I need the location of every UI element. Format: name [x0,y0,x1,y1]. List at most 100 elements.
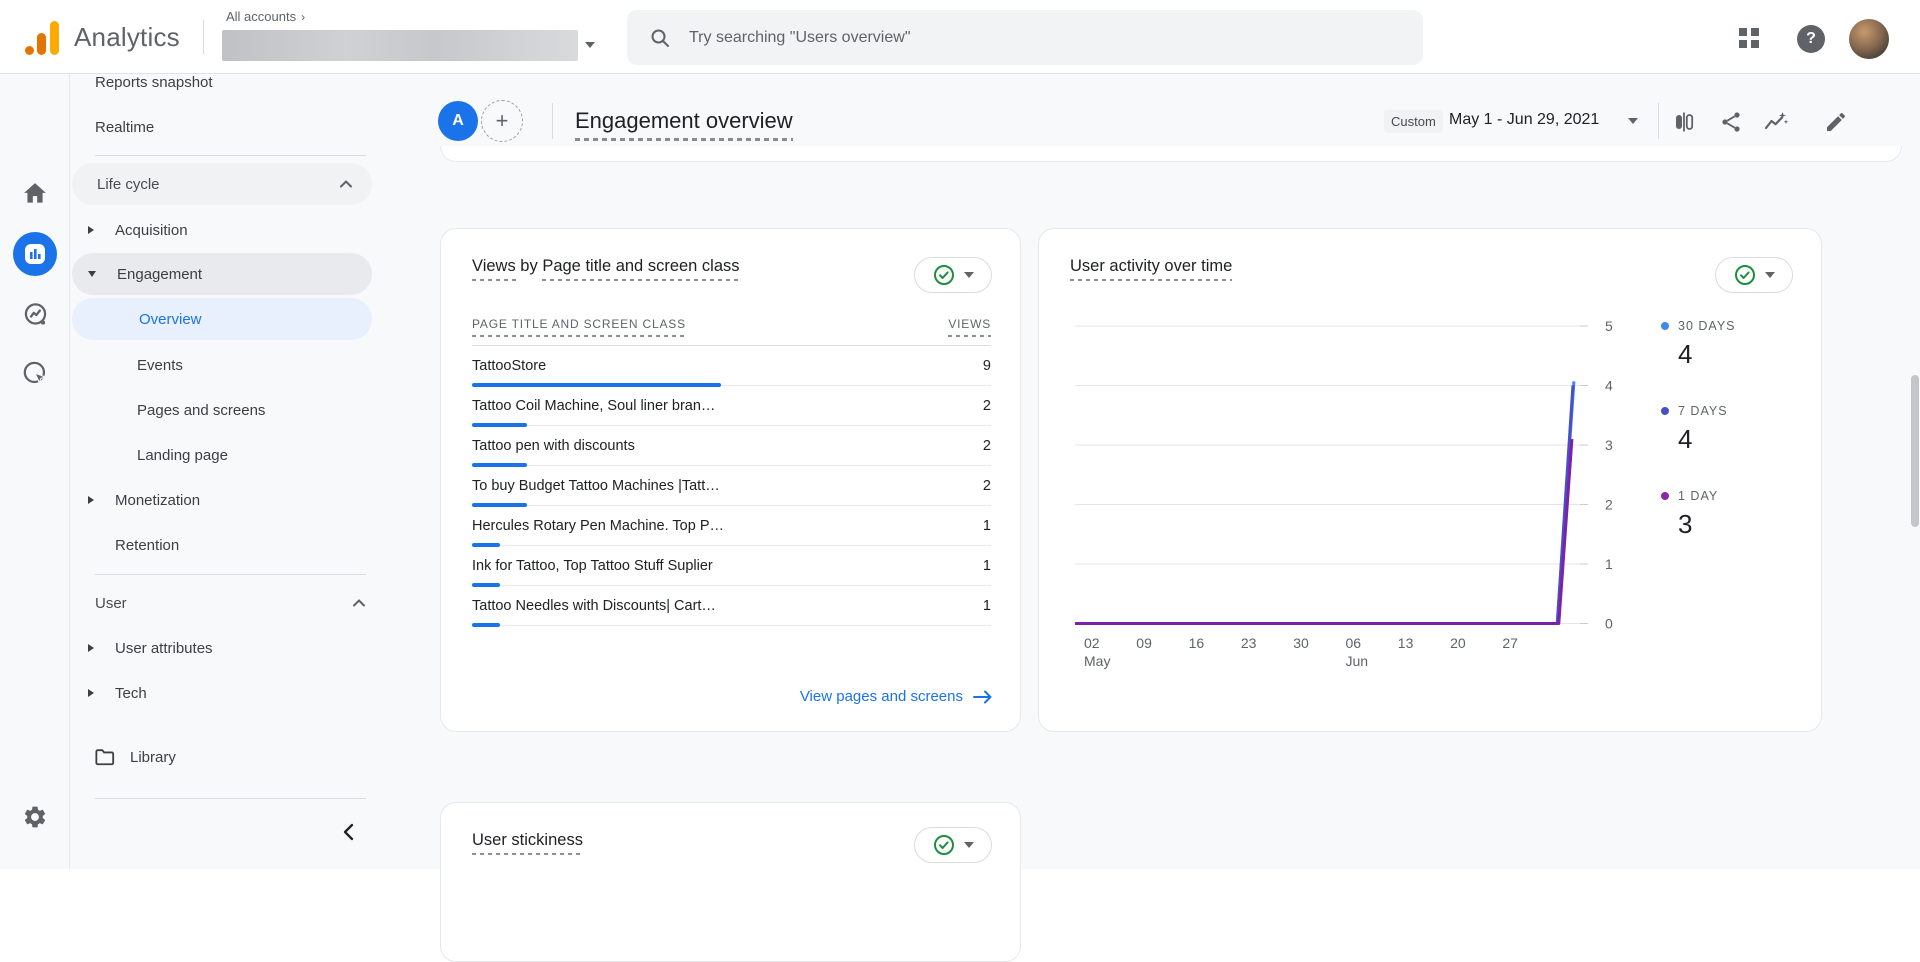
svg-text:May: May [1084,653,1110,669]
view-pages-and-screens-link[interactable]: View pages and screens [800,688,992,705]
sidebar-item-realtime[interactable]: Realtime [70,106,385,148]
legend-label: 30 DAYS [1678,319,1736,333]
svg-text:09: 09 [1136,635,1152,651]
svg-text:5: 5 [1605,318,1613,334]
page-title-cell: Ink for Tattoo, Top Tattoo Stuff Suplier [472,558,713,574]
search-bar[interactable] [627,10,1423,65]
chevron-up-icon [353,599,365,607]
sidebar-section-life-cycle[interactable]: Life cycle [72,163,372,205]
arrow-right-icon [973,690,992,703]
insights-icon[interactable] [1761,107,1791,137]
add-comparison-button[interactable]: + [481,100,523,142]
sidebar-item-landing-page[interactable]: Landing page [70,434,385,476]
table-row: TattooStore 9 [472,346,991,387]
svg-text:Jun: Jun [1346,653,1369,669]
data-quality-button[interactable] [914,257,992,293]
views-cell: 9 [982,358,991,374]
views-cell: 2 [982,398,991,414]
views-cell: 1 [982,598,991,614]
page-title-cell: Tattoo Coil Machine, Soul liner bran… [472,398,716,414]
svg-text:20: 20 [1450,635,1466,651]
legend-value: 3 [1678,509,1693,539]
row-value-bar [472,583,500,587]
advertising-icon[interactable] [0,360,70,387]
app-bar: Analytics All accounts › ? [0,0,1920,74]
sidebar-item-user-attributes[interactable]: User attributes [70,627,385,669]
search-input[interactable] [689,28,1389,47]
chevron-left-icon [343,823,354,841]
legend-label: 1 DAY [1678,489,1719,503]
page-title-cell: Hercules Rotary Pen Machine. Top P… [472,518,724,534]
collapse-sidebar-button[interactable] [334,818,362,846]
sidebar-item-acquisition[interactable]: Acquisition [70,209,385,251]
user-avatar[interactable] [1849,19,1889,59]
legend-dot-icon [1661,407,1669,415]
card-title[interactable]: User activity over time [1070,257,1233,281]
report-avatar-badge[interactable]: A [438,101,478,141]
data-quality-button[interactable] [914,827,992,863]
sidebar-item-overview[interactable]: Overview [72,298,372,340]
settings-gear-icon[interactable] [0,804,70,830]
home-icon[interactable] [0,181,70,207]
sidebar-section-user[interactable]: User [70,582,385,624]
row-value-bar [472,543,500,547]
nav-rail [0,74,70,869]
expand-right-icon [88,689,94,697]
product-name: Analytics [74,22,180,52]
account-name-redacted[interactable] [222,30,578,61]
row-value-bar [472,423,528,427]
table-row: To buy Budget Tattoo Machines |Tatt… 2 [472,466,991,507]
row-value-bar [472,463,528,467]
caret-down-icon [963,842,974,848]
column-header-dimension[interactable]: PAGE TITLE AND SCREEN CLASS [472,317,686,337]
svg-text:2: 2 [1605,497,1613,513]
caret-down-icon [1764,272,1775,278]
data-quality-button[interactable] [1715,257,1793,293]
divider [95,155,366,156]
divider [1658,103,1659,139]
date-range-picker[interactable]: May 1 - Jun 29, 2021 [1449,111,1599,129]
sidebar-item-retention[interactable]: Retention [70,524,385,566]
svg-text:0: 0 [1605,616,1613,632]
help-icon[interactable]: ? [1797,25,1825,53]
views-cell: 2 [982,438,991,454]
account-caret-down-icon[interactable] [585,42,595,48]
card-title[interactable]: Views by Page title and screen class [472,257,740,281]
views-by-page-title-card: Views by Page title and screen class PAG… [440,228,1021,732]
legend-dot-icon [1661,492,1669,500]
analytics-logo-icon[interactable] [24,19,64,57]
sidebar-item-library[interactable]: Library [70,736,385,778]
apps-grid-icon[interactable] [1736,25,1762,51]
sidebar: Reports snapshot Realtime Life cycle Acq… [70,74,385,869]
series-line-30-days [1075,381,1576,625]
explore-icon[interactable] [0,301,70,328]
breadcrumb[interactable]: All accounts › [226,9,305,24]
share-icon[interactable] [1716,107,1746,137]
sidebar-item-engagement[interactable]: Engagement [72,253,372,295]
divider [203,20,204,54]
legend-value: 4 [1678,339,1693,369]
edit-pencil-icon[interactable] [1821,107,1851,137]
legend-entry: 30 DAYS 4 [1661,319,1736,370]
legend-value: 4 [1678,424,1693,454]
page-title-cell: To buy Budget Tattoo Machines |Tatt… [472,478,720,494]
sidebar-item-pages-and-screens[interactable]: Pages and screens [70,389,385,431]
sidebar-item-tech[interactable]: Tech [70,672,385,714]
svg-text:13: 13 [1398,635,1414,651]
column-header-metric[interactable]: VIEWS [948,317,991,337]
card-title[interactable]: User stickiness [472,831,583,855]
breadcrumb-all-accounts[interactable]: All accounts [226,9,296,24]
page-title[interactable]: Engagement overview [575,108,793,141]
user-stickiness-card: User stickiness [440,802,1021,962]
reports-icon[interactable] [13,232,57,276]
sidebar-item-events[interactable]: Events [70,344,385,386]
series-line-1-day [1075,438,1574,625]
views-cell: 2 [982,478,991,494]
user-activity-chart: 5 4 3 2 1 0 02 May 09 16 23 30 06 Jun 13 20 27 [1075,318,1613,669]
date-caret-down-icon[interactable] [1628,118,1638,124]
divider [95,798,366,799]
sidebar-item-monetization[interactable]: Monetization [70,479,385,521]
page-scrollbar[interactable] [1911,375,1919,527]
row-value-bar [472,503,528,507]
comparison-icon[interactable] [1669,107,1699,137]
